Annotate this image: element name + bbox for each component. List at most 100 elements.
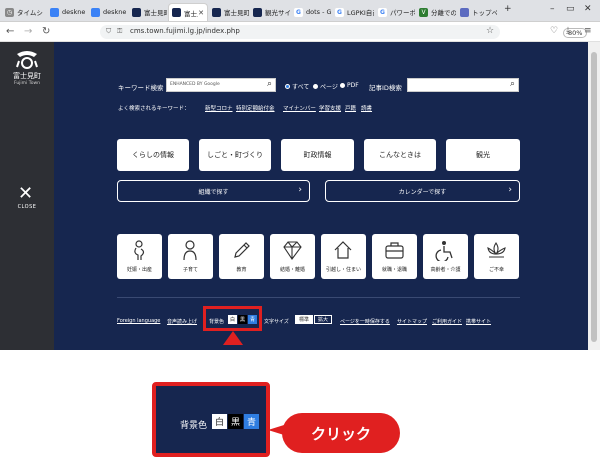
minimize-icon[interactable]: – [550, 4, 555, 14]
tab-desknets-2[interactable]: deskne [88, 3, 128, 21]
tab-top-page[interactable]: トップペ [457, 3, 497, 21]
reload-icon[interactable]: ↻ [42, 26, 50, 37]
category-button-government[interactable]: 町政情報 [281, 139, 354, 171]
tab-lgpki[interactable]: G LGPKI自己 [332, 3, 374, 21]
life-event-education[interactable]: 教育 [219, 234, 264, 279]
google-icon: G [378, 7, 387, 17]
google-icon: G [335, 7, 344, 17]
temp-save-link[interactable]: ページを一時保存する [340, 318, 390, 325]
text-size-label: 文字サイズ [264, 319, 289, 325]
life-event-childcare[interactable]: 子育て [168, 234, 213, 279]
keyword-link[interactable]: 読書 [361, 104, 372, 112]
click-label: クリック [310, 424, 371, 443]
life-event-moving[interactable]: 引越し・住まい [321, 234, 366, 279]
tab-desknets-1[interactable]: deskne [47, 3, 87, 21]
fujimi-icon [212, 7, 221, 17]
tab-label: deskne [62, 8, 86, 16]
browser-tab-bar: ◷ タイムシ deskne deskne 富士見町 富士見 ✕ 富士見町 観光サ… [0, 0, 600, 22]
briefcase-icon [385, 242, 404, 259]
life-event-employment[interactable]: 就職・退職 [372, 234, 417, 279]
life-event-pregnancy[interactable]: 妊娠・出産 [117, 234, 162, 279]
radio-dot [340, 83, 345, 88]
page-scrollbar[interactable] [588, 42, 600, 350]
close-label[interactable]: CLOSE [0, 204, 54, 210]
life-event-label: 妊娠・出産 [126, 267, 152, 273]
back-arrow-icon[interactable]: ← [6, 26, 14, 37]
house-icon [334, 241, 352, 259]
tab-powerpoint[interactable]: G パワーポ [375, 3, 415, 21]
town-emblem-icon [16, 51, 38, 69]
google-badge: ENHANCED BY Google [170, 82, 220, 87]
chevron-right-icon: › [508, 185, 512, 195]
keyword-link[interactable]: 新型コロナ [205, 104, 233, 112]
category-button-tourism[interactable]: 観光 [446, 139, 520, 171]
tab-fujimi-2[interactable]: 富士見町 [209, 3, 249, 21]
child-icon [183, 240, 197, 261]
tab-bunri[interactable]: V 分離での [416, 3, 456, 21]
maximize-icon[interactable]: ▭ [566, 4, 575, 14]
logo-town-name: 富士見町 [13, 72, 41, 80]
diamond-icon [283, 241, 302, 260]
article-id-label: 記事ID検索 [369, 84, 402, 92]
close-icon[interactable]: ✕ [18, 185, 33, 203]
bookmark-star-icon[interactable]: ☆ [486, 26, 494, 36]
read-aloud-link[interactable]: 音声読み上げ [167, 318, 197, 325]
tab-fujimi-active[interactable]: 富士見 ✕ [168, 3, 208, 21]
life-event-marriage[interactable]: 結婚・離婚 [270, 234, 315, 279]
radio-pdf[interactable]: PDF [340, 82, 359, 89]
menu-icon[interactable]: ≡ [584, 26, 592, 36]
keyword-search-input[interactable]: ENHANCED BY Google ⌕ [166, 78, 276, 92]
forward-arrow-icon[interactable]: → [24, 26, 32, 37]
life-event-label: 就職・退職 [381, 267, 407, 273]
radio-page[interactable]: ページ [313, 82, 338, 91]
tab-kanko[interactable]: 観光サイ [250, 3, 290, 21]
text-size-large-button[interactable]: 拡大 [314, 315, 332, 324]
tab-fujimi-1[interactable]: 富士見町 [129, 3, 167, 21]
article-id-input[interactable]: ⌕ [407, 78, 519, 92]
life-event-bereavement[interactable]: ご不幸 [474, 234, 519, 279]
logo-town-subtitle: Fujimi Town [13, 81, 41, 86]
keyword-search-label: キーワード検索 [118, 84, 164, 92]
life-event-label: 結婚・離婚 [279, 267, 305, 273]
radio-all[interactable]: すべて [285, 82, 309, 91]
new-tab-icon[interactable]: + [504, 4, 512, 14]
tab-label: 富士見町 [224, 9, 249, 17]
tab-label: 観光サイ [265, 9, 290, 17]
tab-label: 富士見町 [144, 9, 167, 17]
radio-dot-selected [285, 84, 290, 89]
org-button-label: 組織で探す [198, 188, 229, 196]
tab-label: deskne [103, 8, 127, 16]
close-window-icon[interactable]: ✕ [584, 4, 592, 14]
search-by-organization-button[interactable]: 組織で探す › [117, 180, 310, 202]
search-icon[interactable]: ⌕ [267, 79, 272, 89]
callout-bg-black: 黒 [228, 414, 243, 429]
clock-icon: ◷ [5, 7, 14, 17]
tab-label: LGPKI自己 [347, 9, 374, 17]
keyword-link[interactable]: 戸籍 [345, 104, 356, 112]
tab-dots[interactable]: G dots - G [291, 3, 331, 21]
section-divider [117, 297, 520, 298]
tab-close-icon[interactable]: ✕ [198, 9, 204, 17]
search-by-calendar-button[interactable]: カレンダーで探す › [325, 180, 520, 202]
fujimi-icon [132, 7, 141, 17]
keyword-link[interactable]: 特別定額給付金 [236, 104, 275, 112]
url-field[interactable]: ⛉ ⚿ cms.town.fujimi.lg.jp/index.php 80% … [100, 25, 588, 39]
keyword-link[interactable]: マイナンバー [283, 104, 316, 112]
sitemap-link[interactable]: サイトマップ [397, 318, 427, 325]
mobile-site-link[interactable]: 携帯サイト [466, 318, 491, 325]
download-icon[interactable]: ⤓ [566, 26, 570, 36]
tab-timesheet[interactable]: ◷ タイムシ [2, 3, 46, 21]
scrollbar-thumb[interactable] [591, 52, 597, 342]
pocket-icon[interactable]: ♡ [550, 26, 558, 36]
tab-label: パワーポ [390, 9, 415, 17]
foreign-language-link[interactable]: Foreign language [117, 318, 160, 324]
category-button-situations[interactable]: こんなときは [364, 139, 436, 171]
radio-page-label: ページ [320, 84, 338, 91]
category-button-living[interactable]: くらしの情報 [117, 139, 189, 171]
category-button-work[interactable]: しごと・町づくり [199, 139, 271, 171]
life-event-elderly-care[interactable]: 高齢者・介護 [423, 234, 468, 279]
usage-guide-link[interactable]: ご利用ガイド [432, 318, 462, 325]
text-size-standard-button[interactable]: 標準 [295, 315, 313, 324]
keyword-link[interactable]: 学習支援 [319, 104, 341, 112]
search-icon[interactable]: ⌕ [510, 79, 515, 89]
